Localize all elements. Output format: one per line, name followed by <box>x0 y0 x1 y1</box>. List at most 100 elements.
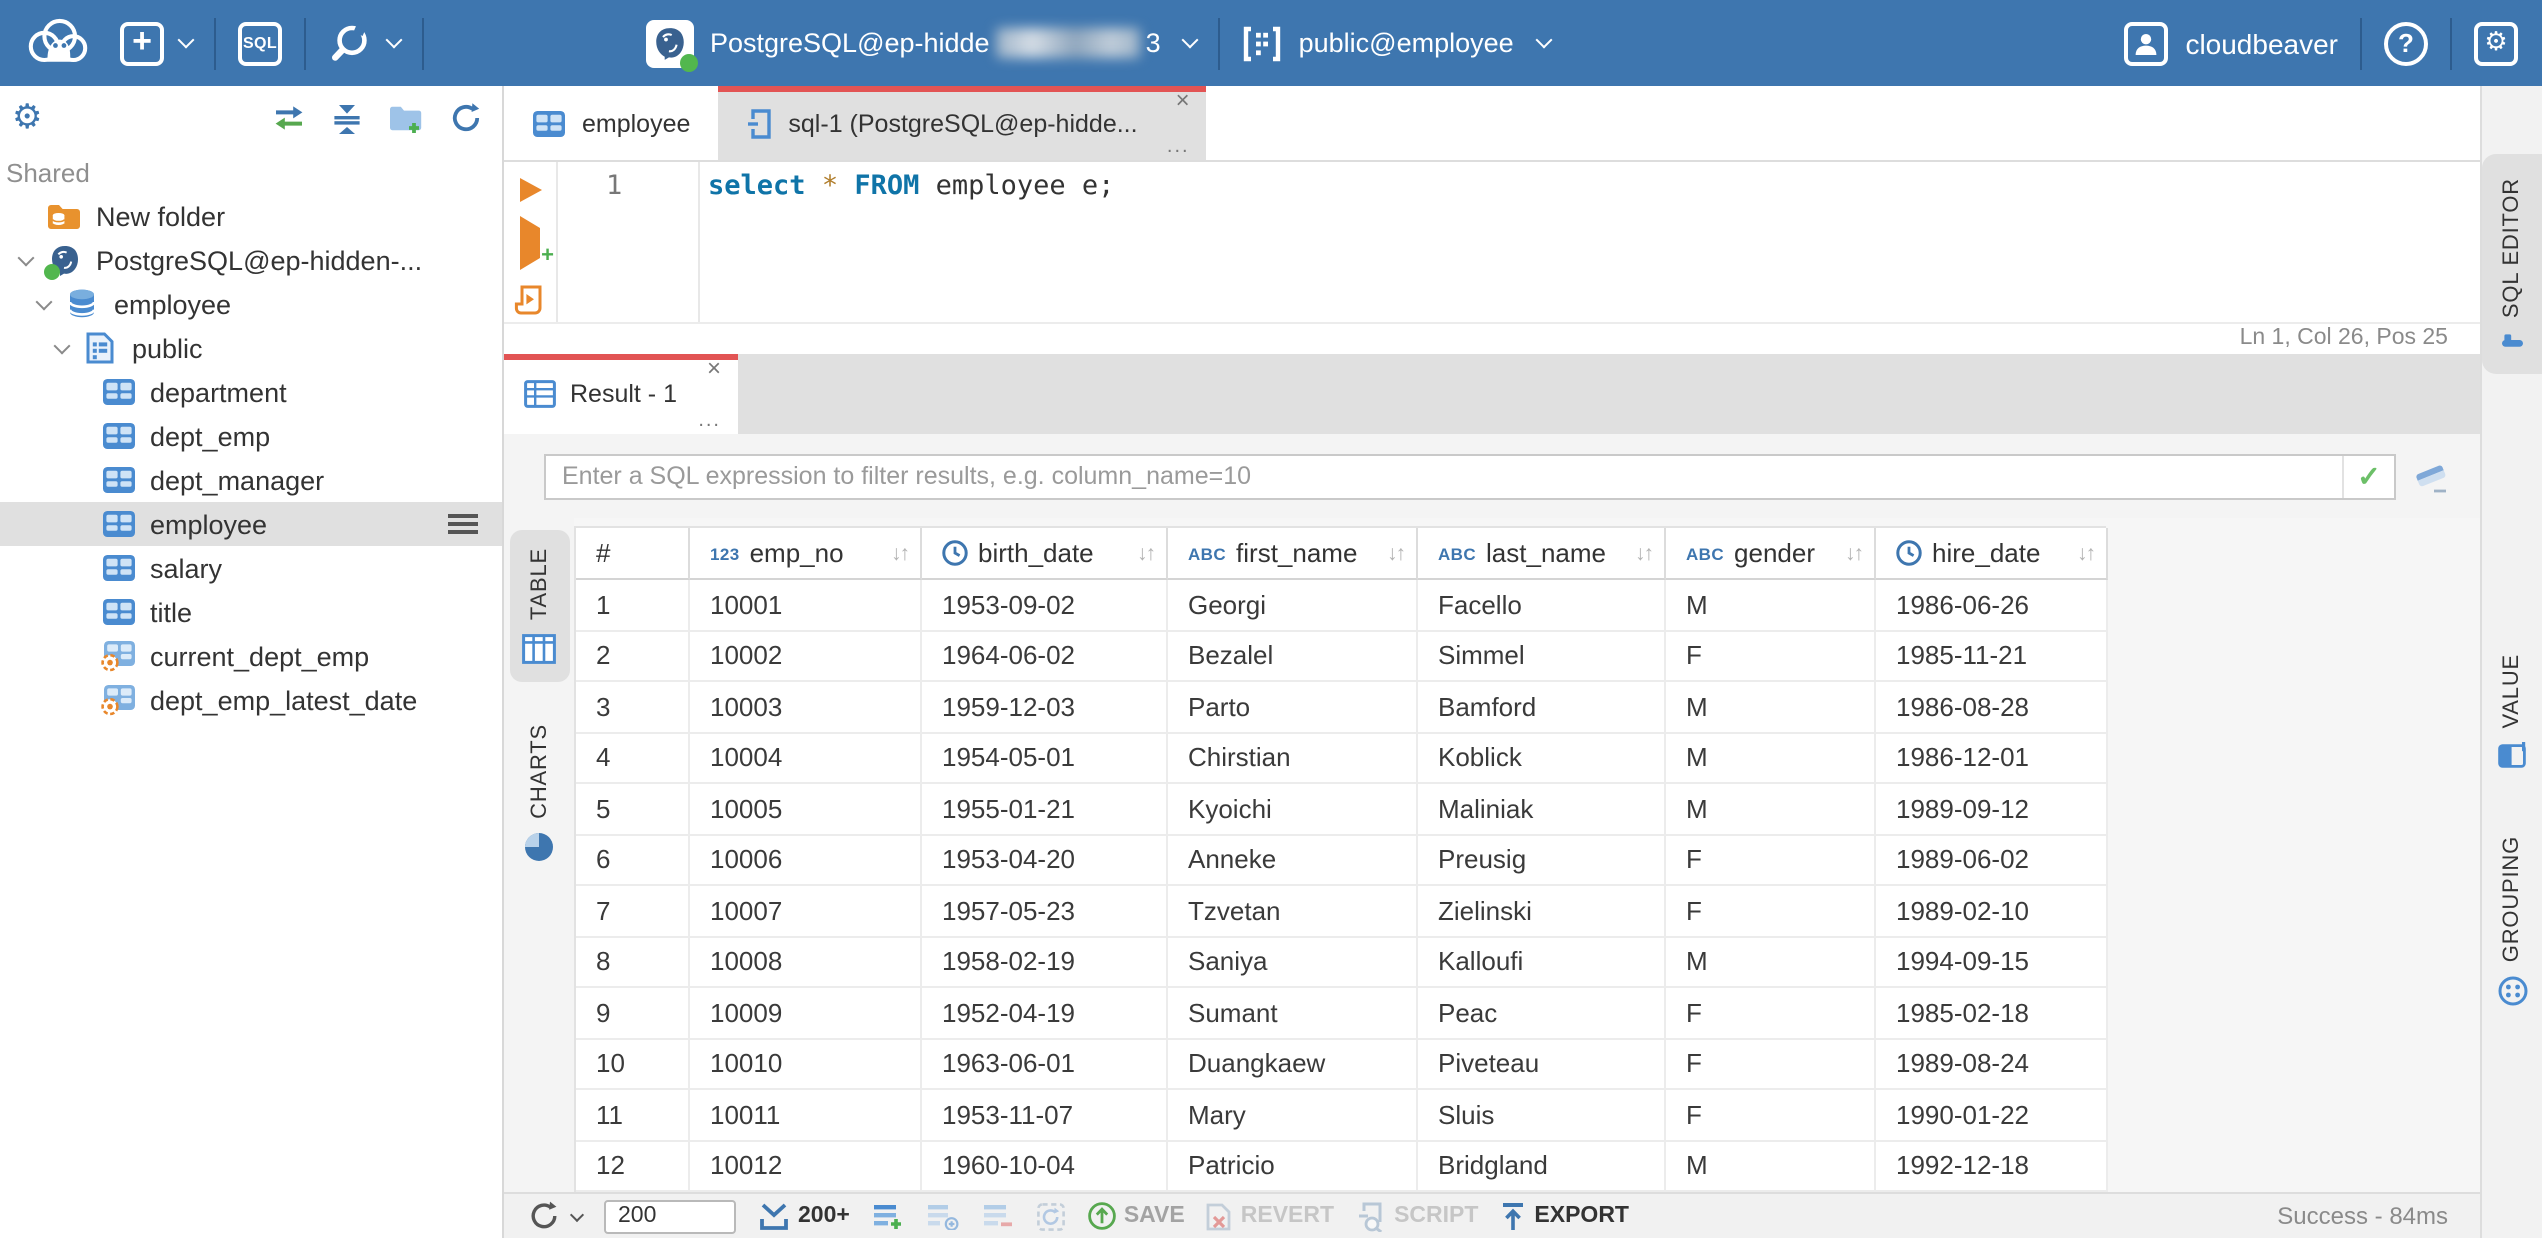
clear-filter-button[interactable] <box>2414 459 2452 493</box>
table-row[interactable]: 5 10005 1955-01-21 Kyoichi Maliniak M 19… <box>576 784 2108 835</box>
cell-emp-no[interactable]: 10012 <box>690 1141 922 1192</box>
table-row[interactable]: 6 10006 1953-04-20 Anneke Preusig F 1989… <box>576 835 2108 886</box>
cell-first-name[interactable]: Bezalel <box>1168 631 1418 682</box>
user-menu[interactable]: cloudbeaver <box>2123 21 2338 65</box>
cell-emp-no[interactable]: 10001 <box>690 580 922 631</box>
tree-item[interactable]: public <box>0 326 502 370</box>
cell-gender[interactable]: F <box>1666 835 1876 886</box>
table-row[interactable]: 1 10001 1953-09-02 Georgi Facello M 1986… <box>576 580 2108 631</box>
code-area[interactable]: select * FROM employee e; <box>700 162 2480 322</box>
connection-selector[interactable]: PostgreSQL@ep-hidde 3 <box>646 19 1200 71</box>
script-button[interactable]: SCRIPT <box>1356 1201 1478 1231</box>
sort-icon[interactable]: ↓↑ <box>1387 541 1406 565</box>
cell-birth-date[interactable]: 1957-05-23 <box>922 886 1168 937</box>
cell-first-name[interactable]: Mary <box>1168 1090 1418 1141</box>
cell-hire-date[interactable]: 1985-02-18 <box>1876 988 2108 1039</box>
driver-manager-button[interactable] <box>328 21 403 65</box>
sort-icon[interactable]: ↓↑ <box>2077 541 2096 565</box>
tree-item[interactable]: employee <box>0 282 502 326</box>
column-header-last-name[interactable]: ABC last_name ↓↑ <box>1418 528 1666 580</box>
new-connection-button[interactable]: + <box>120 21 195 65</box>
cell-gender[interactable]: M <box>1666 580 1876 631</box>
cell-first-name[interactable]: Parto <box>1168 682 1418 733</box>
cell-first-name[interactable]: Georgi <box>1168 580 1418 631</box>
cell-hire-date[interactable]: 1989-09-12 <box>1876 784 2108 835</box>
tree-item[interactable]: dept_emp_latest_date <box>0 678 502 722</box>
cell-birth-date[interactable]: 1952-04-19 <box>922 988 1168 1039</box>
execute-script-button[interactable] <box>514 284 546 324</box>
cell-last-name[interactable]: Bridgland <box>1418 1141 1666 1192</box>
sort-icon[interactable]: ↓↑ <box>1635 541 1654 565</box>
apply-filter-button[interactable]: ✓ <box>2342 455 2394 497</box>
add-row-button[interactable] <box>872 1202 904 1230</box>
cell-last-name[interactable]: Facello <box>1418 580 1666 631</box>
expand-chevron[interactable] <box>42 336 82 354</box>
cell-hire-date[interactable]: 1986-12-01 <box>1876 733 2108 784</box>
cell-emp-no[interactable]: 10005 <box>690 784 922 835</box>
cell-gender[interactable]: M <box>1666 1141 1876 1192</box>
cell-emp-no[interactable]: 10003 <box>690 682 922 733</box>
cell-hire-date[interactable]: 1989-08-24 <box>1876 1039 2108 1090</box>
delete-row-button[interactable] <box>982 1202 1014 1230</box>
fetch-more-button[interactable]: 200+ <box>758 1201 850 1231</box>
revert-button[interactable]: REVERT <box>1207 1201 1334 1231</box>
expand-chevron[interactable] <box>6 248 46 266</box>
table-row[interactable]: 10 10010 1963-06-01 Duangkaew Piveteau F… <box>576 1039 2108 1090</box>
close-icon[interactable]: × <box>1176 88 1190 112</box>
cell-last-name[interactable]: Kalloufi <box>1418 937 1666 988</box>
cell-hire-date[interactable]: 1992-12-18 <box>1876 1141 2108 1192</box>
row-index-header[interactable]: # <box>576 528 690 580</box>
cell-gender[interactable]: F <box>1666 1039 1876 1090</box>
cell-hire-date[interactable]: 1989-02-10 <box>1876 886 2108 937</box>
cell-last-name[interactable]: Simmel <box>1418 631 1666 682</box>
tab-menu-icon[interactable]: ... <box>1167 137 1190 158</box>
tab-sql-1[interactable]: sql-1 (PostgreSQL@ep-hidde... × ... <box>718 86 1206 160</box>
table-row[interactable]: 9 10009 1952-04-19 Sumant Peac F 1985-02… <box>576 988 2108 1039</box>
cell-emp-no[interactable]: 10004 <box>690 733 922 784</box>
table-row[interactable]: 12 10012 1960-10-04 Patricio Bridgland M… <box>576 1141 2108 1192</box>
cell-last-name[interactable]: Piveteau <box>1418 1039 1666 1090</box>
tree-item[interactable]: current_dept_emp <box>0 634 502 678</box>
tree-item[interactable]: title <box>0 590 502 634</box>
cell-gender[interactable]: F <box>1666 1090 1876 1141</box>
tree-item[interactable]: dept_emp <box>0 414 502 458</box>
tree-item[interactable]: New folder <box>0 194 502 238</box>
cell-last-name[interactable]: Bamford <box>1418 682 1666 733</box>
cell-first-name[interactable]: Chirstian <box>1168 733 1418 784</box>
cell-hire-date[interactable]: 1985-11-21 <box>1876 631 2108 682</box>
sort-icon[interactable]: ↓↑ <box>1137 541 1156 565</box>
sql-editor-button[interactable]: SQL <box>238 21 282 65</box>
cell-gender[interactable]: M <box>1666 937 1876 988</box>
tab-value-panel[interactable]: VALUE <box>2481 630 2542 793</box>
cell-last-name[interactable]: Maliniak <box>1418 784 1666 835</box>
cell-emp-no[interactable]: 10011 <box>690 1090 922 1141</box>
cell-hire-date[interactable]: 1986-06-26 <box>1876 580 2108 631</box>
sync-connection-button[interactable] <box>272 104 306 132</box>
execute-query-button[interactable] <box>519 178 541 202</box>
cell-birth-date[interactable]: 1959-12-03 <box>922 682 1168 733</box>
cell-last-name[interactable]: Peac <box>1418 988 1666 1039</box>
cell-first-name[interactable]: Saniya <box>1168 937 1418 988</box>
tree-item[interactable]: PostgreSQL@ep-hidden-... <box>0 238 502 282</box>
sort-icon[interactable]: ↓↑ <box>891 541 910 565</box>
cell-first-name[interactable]: Duangkaew <box>1168 1039 1418 1090</box>
cell-last-name[interactable]: Zielinski <box>1418 886 1666 937</box>
tab-sql-editor-panel[interactable]: SQL EDITOR <box>2481 154 2542 375</box>
auto-refresh-button[interactable] <box>1036 1201 1066 1231</box>
cell-birth-date[interactable]: 1963-06-01 <box>922 1039 1168 1090</box>
cell-last-name[interactable]: Preusig <box>1418 835 1666 886</box>
tree-item[interactable]: dept_manager <box>0 458 502 502</box>
tab-grouping-panel[interactable]: GROUPING <box>2481 813 2542 1031</box>
tab-employee[interactable]: employee <box>504 86 718 160</box>
column-header-birth-date[interactable]: birth_date ↓↑ <box>922 528 1168 580</box>
schema-selector[interactable]: public@employee <box>1243 25 1553 61</box>
cell-hire-date[interactable]: 1994-09-15 <box>1876 937 2108 988</box>
column-header-first-name[interactable]: ABC first_name ↓↑ <box>1168 528 1418 580</box>
duplicate-row-button[interactable] <box>926 1202 960 1230</box>
cell-birth-date[interactable]: 1953-04-20 <box>922 835 1168 886</box>
tab-result-1[interactable]: Result - 1 × ... <box>504 354 737 434</box>
new-folder-button[interactable] <box>388 103 424 133</box>
cell-emp-no[interactable]: 10010 <box>690 1039 922 1090</box>
export-button[interactable]: EXPORT <box>1500 1201 1629 1231</box>
cell-last-name[interactable]: Sluis <box>1418 1090 1666 1141</box>
